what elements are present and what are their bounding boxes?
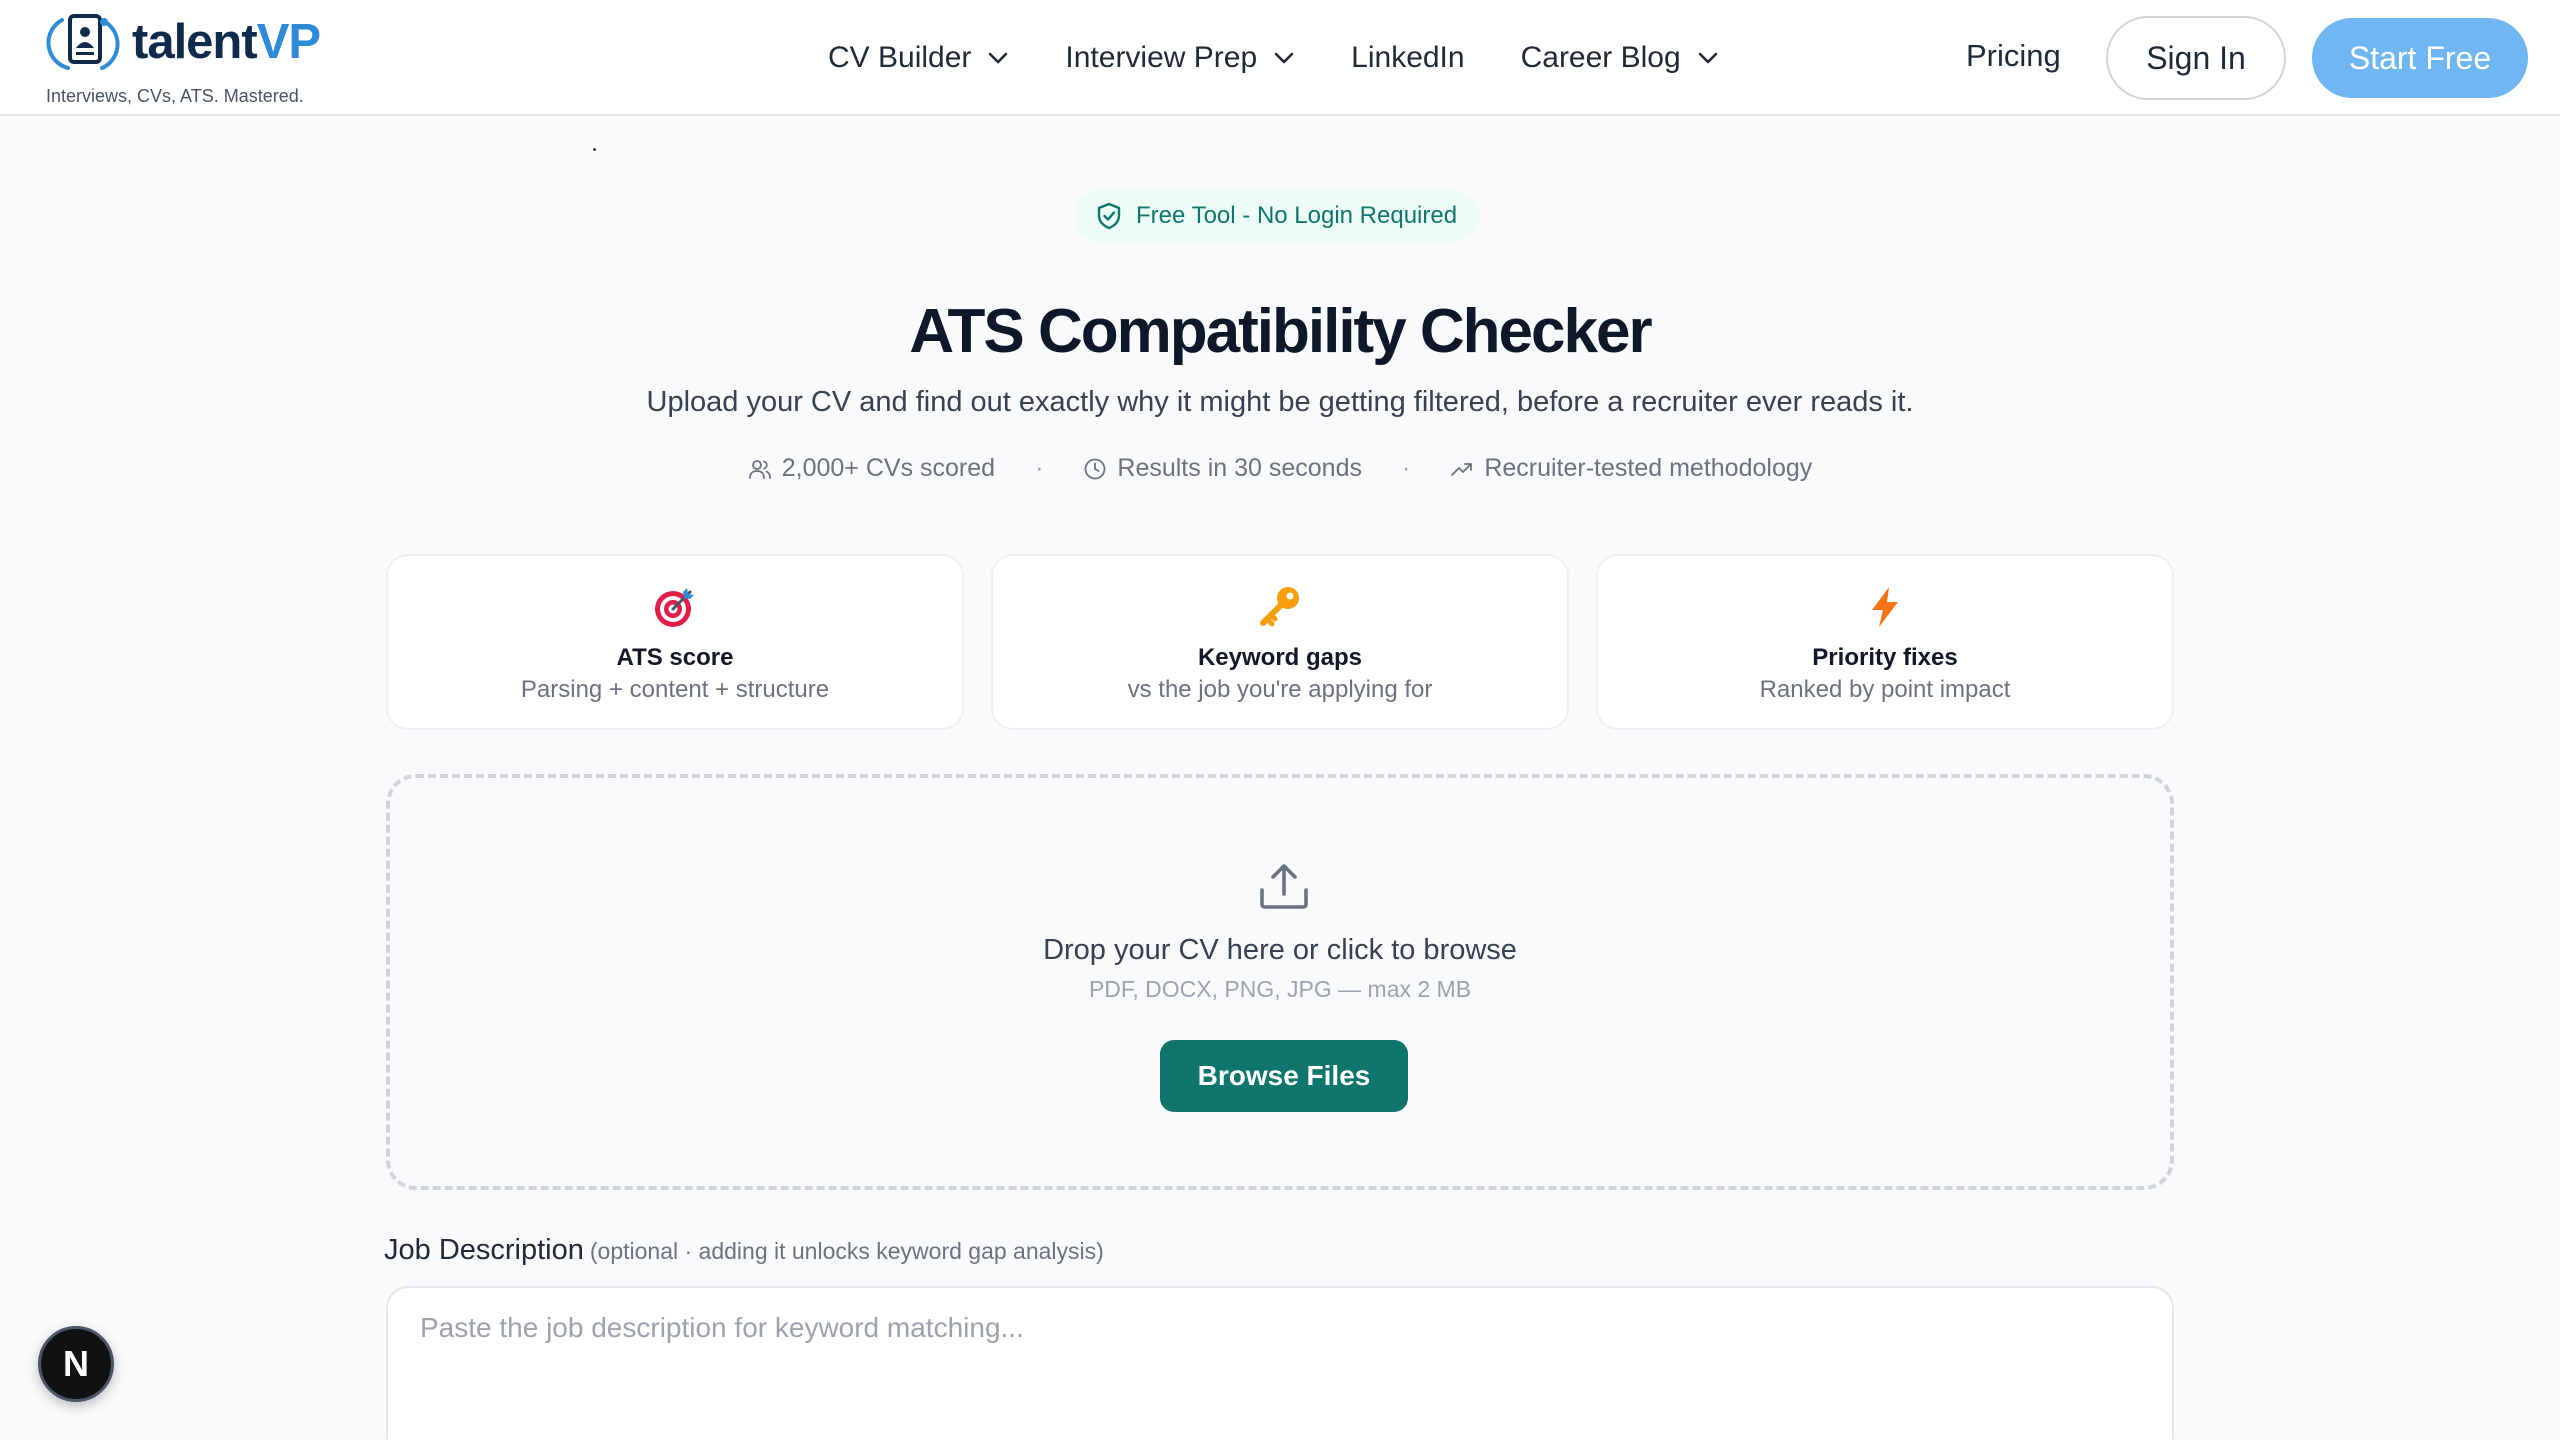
feature-title: Keyword gaps bbox=[1197, 644, 1363, 671]
nav-item-label: Career Blog bbox=[1520, 41, 1681, 74]
start-free-button[interactable]: Start Free bbox=[2312, 18, 2528, 98]
job-description-note: (optional · adding it unlocks keyword ga… bbox=[589, 1238, 1104, 1264]
trending-up-icon bbox=[1451, 462, 1473, 476]
chevron-down-icon bbox=[1698, 52, 1717, 64]
brand-name: talentVP bbox=[132, 14, 321, 69]
feature-cards: ATS score Parsing + content + structure … bbox=[386, 554, 2174, 730]
stat-text: Results in 30 seconds bbox=[1117, 454, 1362, 482]
shield-check-icon bbox=[1097, 202, 1121, 230]
users-icon bbox=[748, 459, 771, 479]
nav-item-career-blog[interactable]: Career Blog bbox=[1521, 41, 1719, 75]
stat-text: Recruiter-tested methodology bbox=[1484, 454, 1813, 482]
brand-tagline: Interviews, CVs, ATS. Mastered. bbox=[46, 86, 304, 106]
page-subtitle: Upload your CV and find out exactly why … bbox=[646, 386, 1914, 418]
nav-item-label: CV Builder bbox=[828, 41, 972, 74]
job-description-label-text: Job Description bbox=[384, 1234, 584, 1266]
feature-title: Priority fixes bbox=[1812, 644, 1958, 671]
feature-subtitle: vs the job you're applying for bbox=[1127, 676, 1433, 703]
brand-name-part1: talent bbox=[132, 14, 258, 69]
brand-logo[interactable]: talentVP Interviews, CVs, ATS. Mastered. bbox=[46, 10, 321, 106]
stat-cvs-scored: 2,000+ CVs scored bbox=[748, 454, 995, 483]
feature-subtitle: Ranked by point impact bbox=[1759, 676, 2011, 703]
feature-card-priority-fixes: Priority fixes Ranked by point impact bbox=[1596, 554, 2174, 730]
upload-icon bbox=[1260, 864, 1308, 909]
stat-separator: · bbox=[1401, 454, 1411, 482]
drop-title: Drop your CV here or click to browse bbox=[1043, 934, 1517, 966]
nav-item-label: LinkedIn bbox=[1351, 41, 1465, 74]
stat-results-time: Results in 30 seconds bbox=[1083, 454, 1362, 483]
chevron-down-icon bbox=[989, 52, 1008, 64]
page-title: ATS Compatibility Checker bbox=[909, 297, 1652, 366]
chevron-down-icon bbox=[1274, 52, 1294, 64]
feature-card-ats-score: ATS score Parsing + content + structure bbox=[386, 554, 964, 730]
stat-methodology: Recruiter-tested methodology bbox=[1450, 454, 1812, 483]
stats-row: 2,000+ CVs scored · Results in 30 second… bbox=[0, 454, 2560, 483]
stray-dot bbox=[593, 148, 596, 151]
job-description-label: Job Description (optional · adding it unl… bbox=[384, 1234, 1104, 1267]
nav-item-interview-prep[interactable]: Interview Prep bbox=[1065, 41, 1295, 75]
feature-title: ATS score bbox=[616, 644, 734, 671]
main-nav: CV Builder Interview Prep LinkedIn Caree… bbox=[828, 30, 1775, 86]
badge-text: Free Tool - No Login Required bbox=[1136, 202, 1458, 229]
key-icon bbox=[1260, 587, 1299, 627]
target-icon bbox=[655, 588, 694, 627]
brand-name-part2: VP bbox=[256, 14, 321, 69]
stat-text: 2,000+ CVs scored bbox=[781, 454, 996, 482]
nav-item-linkedin[interactable]: LinkedIn bbox=[1351, 41, 1464, 75]
feature-card-keyword-gaps: Keyword gaps vs the job you're applying … bbox=[991, 554, 1569, 730]
cv-drop-zone[interactable]: Drop your CV here or click to browse PDF… bbox=[386, 774, 2174, 1190]
drop-subtitle: PDF, DOCX, PNG, JPG — max 2 MB bbox=[1088, 976, 1472, 1002]
document-user-icon bbox=[46, 14, 120, 70]
pricing-link[interactable]: Pricing bbox=[1966, 38, 2061, 74]
clock-icon bbox=[1084, 458, 1106, 479]
free-tool-badge: Free Tool - No Login Required bbox=[1074, 190, 1480, 242]
nav-item-cv-builder[interactable]: CV Builder bbox=[828, 41, 1009, 75]
sign-in-button[interactable]: Sign In bbox=[2106, 16, 2286, 100]
floating-n-button[interactable]: N bbox=[38, 1326, 114, 1402]
job-description-input[interactable] bbox=[386, 1286, 2174, 1440]
feature-subtitle: Parsing + content + structure bbox=[520, 676, 830, 703]
lightning-icon bbox=[1872, 587, 1898, 627]
site-header: talentVP Interviews, CVs, ATS. Mastered.… bbox=[0, 0, 2560, 116]
stat-separator: · bbox=[1035, 454, 1044, 482]
browse-files-button[interactable]: Browse Files bbox=[1160, 1040, 1408, 1112]
nav-item-label: Interview Prep bbox=[1065, 41, 1258, 74]
